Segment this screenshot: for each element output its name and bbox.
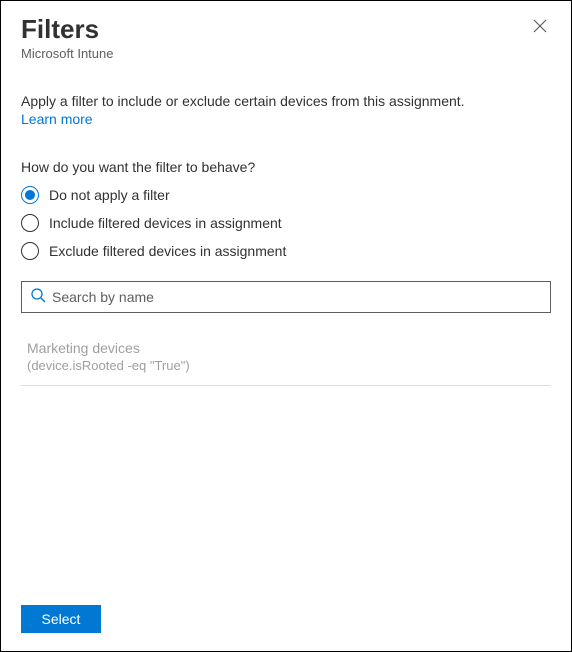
panel-footer: Select [1,593,571,651]
filter-results: Marketing devices (device.isRooted -eq "… [21,335,551,386]
select-button[interactable]: Select [21,605,101,633]
learn-more-link[interactable]: Learn more [21,111,93,127]
panel-title: Filters [21,15,114,44]
panel-body: Apply a filter to include or exclude cer… [1,65,571,593]
intro-block: Apply a filter to include or exclude cer… [21,93,551,127]
result-rule: (device.isRooted -eq "True") [27,357,545,375]
behavior-question: How do you want the filter to behave? [21,159,551,175]
radio-do-not-apply[interactable]: Do not apply a filter [21,181,551,209]
radio-label: Exclude filtered devices in assignment [49,243,286,259]
close-button[interactable] [529,15,551,37]
close-icon [533,21,547,36]
search-icon [30,287,46,306]
radio-icon [21,186,39,204]
radio-icon [21,214,39,232]
behavior-radio-group: Do not apply a filter Include filtered d… [21,181,551,265]
search-field[interactable] [21,281,551,313]
intro-text: Apply a filter to include or exclude cer… [21,93,551,109]
radio-include[interactable]: Include filtered devices in assignment [21,209,551,237]
filter-result-item[interactable]: Marketing devices (device.isRooted -eq "… [21,335,551,386]
radio-label: Include filtered devices in assignment [49,215,282,231]
radio-exclude[interactable]: Exclude filtered devices in assignment [21,237,551,265]
result-name: Marketing devices [27,339,545,358]
panel-header: Filters Microsoft Intune [1,1,571,65]
radio-label: Do not apply a filter [49,187,170,203]
panel-subtitle: Microsoft Intune [21,46,114,61]
radio-icon [21,242,39,260]
title-block: Filters Microsoft Intune [21,15,114,61]
search-input[interactable] [46,289,542,305]
spacer [21,386,551,593]
